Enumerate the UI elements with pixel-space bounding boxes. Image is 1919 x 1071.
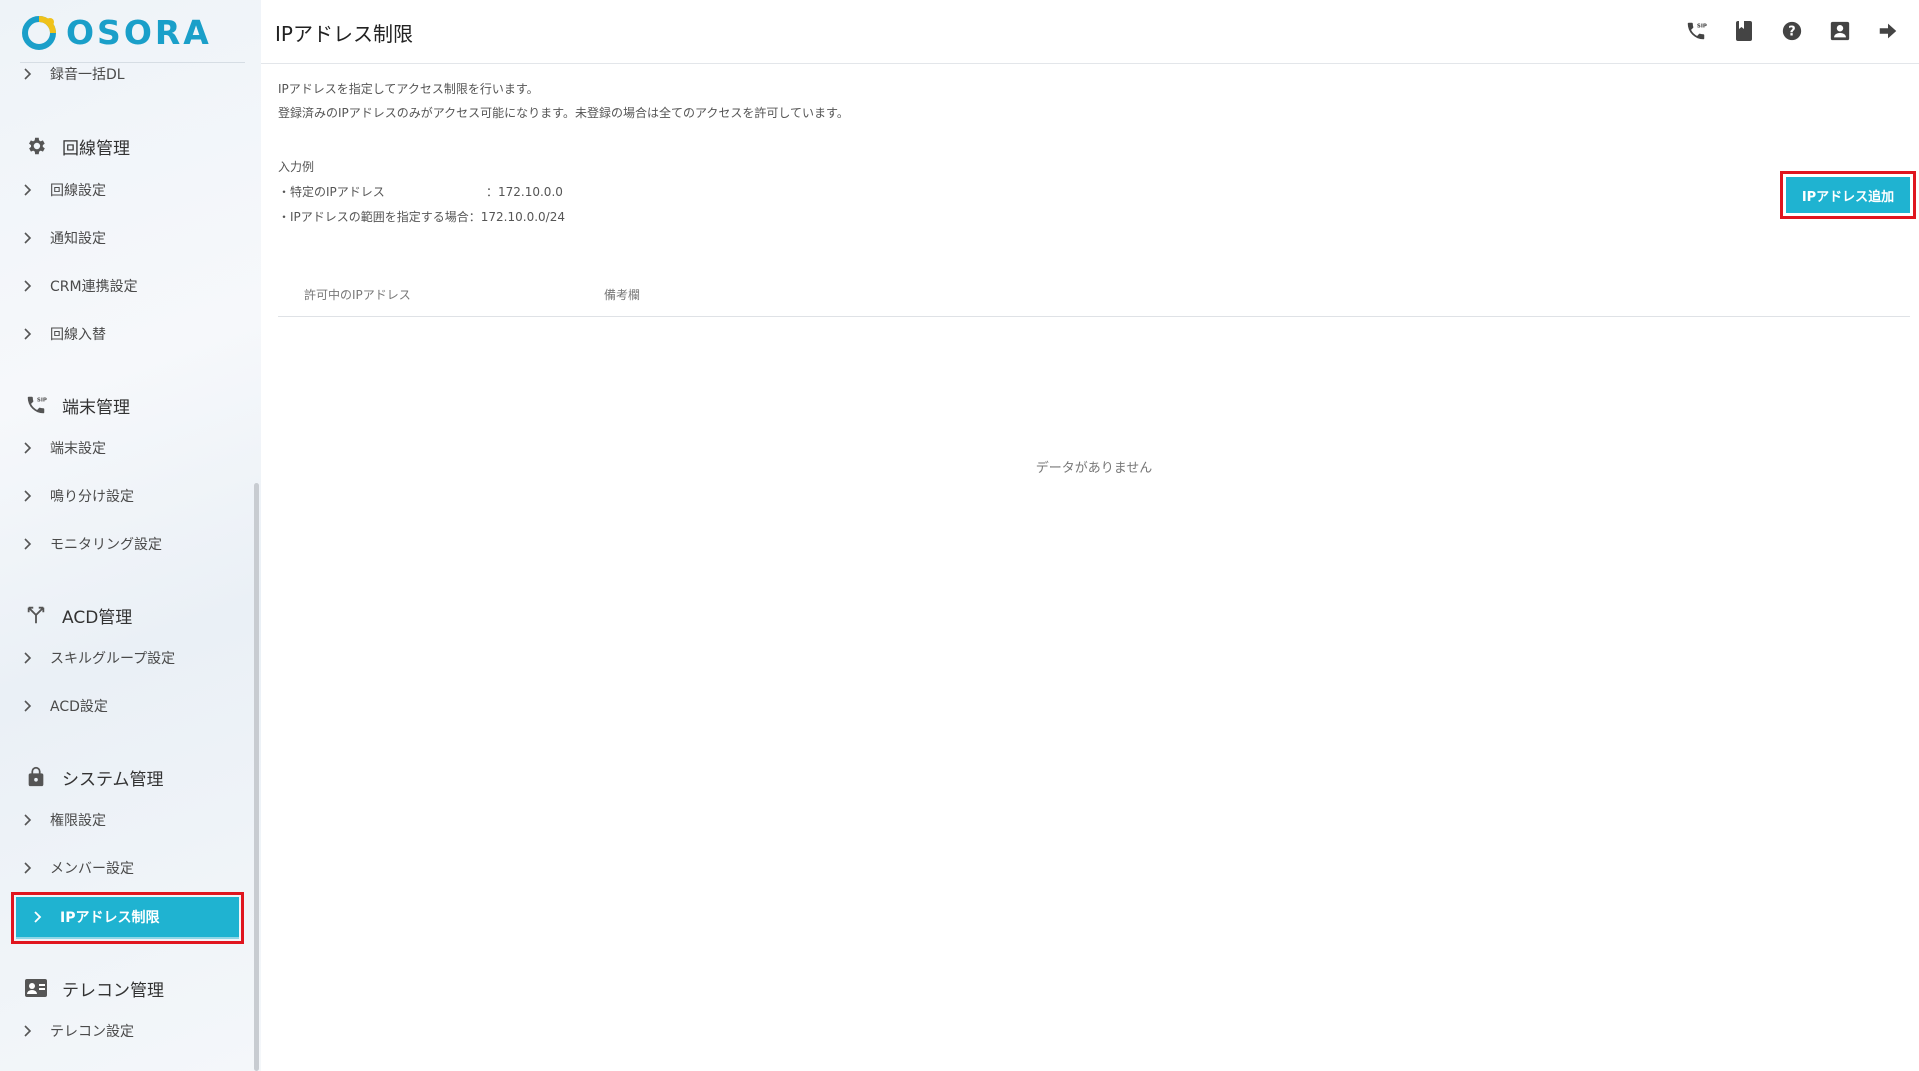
sidebar-item-member-settings[interactable]: メンバー設定 [20, 856, 134, 880]
section-line-management: 回線管理 [24, 131, 130, 161]
chevron-right-icon [20, 66, 36, 82]
example-title: 入力例 [278, 160, 315, 174]
main-content: IPアドレスを指定してアクセス制限を行います。 登録済みのIPアドレスのみがアク… [261, 64, 1919, 1071]
ip-table-header: 許可中のIPアドレス 備考欄 [278, 270, 1910, 317]
example-row-ip-range: ・IPアドレスの範囲を指定する場合：172.10.0.0/24 [278, 208, 565, 225]
example-value: ：172.10.0.0 [486, 185, 563, 199]
chevron-right-icon [20, 812, 36, 828]
merge-arrow-icon [24, 603, 48, 627]
svg-text:SIP: SIP [1697, 23, 1707, 29]
example-value: ：172.10.0.0/24 [468, 210, 565, 224]
logo-text: OSORA [66, 12, 212, 52]
column-header-allowed-ip: 許可中のIPアドレス [304, 288, 411, 302]
chevron-right-icon [20, 536, 36, 552]
sidebar-item-line-settings[interactable]: 回線設定 [20, 178, 106, 202]
page-title: IPアドレス制限 [275, 22, 413, 46]
sidebar-item-label: 録音一括DL [50, 67, 125, 83]
section-heading: 端末管理 [62, 397, 130, 418]
sip-phone-icon[interactable]: SIP [1683, 18, 1709, 44]
sidebar-item-label: メンバー設定 [50, 861, 134, 877]
chevron-right-icon [20, 326, 36, 342]
section-device-management: SIP 端末管理 [24, 390, 130, 420]
sidebar-item-label: 鳴り分け設定 [50, 489, 134, 505]
svg-text:SIP: SIP [37, 397, 47, 403]
sidebar-item-crm-settings[interactable]: CRM連携設定 [20, 274, 138, 298]
section-heading: システム管理 [62, 769, 164, 790]
logo-mark-icon [22, 16, 56, 50]
sip-phone-icon: SIP [24, 393, 48, 417]
sidebar: OSORA 録音一括DL 回線管理 回線設定 通知設定 CRM連携設定 回線入替… [0, 0, 261, 1071]
chevron-right-icon [30, 909, 46, 925]
example-label: ・特定のIPアドレス [278, 185, 385, 199]
osora-logo[interactable]: OSORA [20, 12, 212, 52]
sidebar-item-notification-settings[interactable]: 通知設定 [20, 226, 106, 250]
sidebar-item-label: 通知設定 [50, 231, 106, 247]
empty-table-message: データがありません [1035, 461, 1153, 476]
sidebar-item-label: スキルグループ設定 [50, 651, 176, 667]
chevron-right-icon [20, 182, 36, 198]
chevron-right-icon [20, 488, 36, 504]
sidebar-item-label: IPアドレス制限 [60, 910, 160, 926]
sidebar-item-label: ACD設定 [50, 699, 108, 715]
chevron-right-icon [20, 230, 36, 246]
sidebar-item-telecon-settings[interactable]: テレコン設定 [20, 1019, 134, 1043]
sidebar-item-label: テレコン設定 [50, 1024, 134, 1040]
sidebar-item-line-swap[interactable]: 回線入替 [20, 322, 106, 346]
add-ip-address-button[interactable]: IPアドレス追加 [1786, 177, 1910, 213]
example-label: ・IPアドレスの範囲を指定する場合 [278, 210, 469, 224]
book-icon[interactable] [1731, 18, 1757, 44]
chevron-right-icon [20, 440, 36, 456]
section-acd-management: ACD管理 [24, 600, 132, 630]
header-icon-bar: SIP ? [1683, 18, 1901, 44]
sidebar-item-ip-restriction[interactable]: IPアドレス制限 [16, 897, 239, 939]
svg-text:?: ? [1788, 25, 1795, 40]
chevron-right-icon [20, 278, 36, 294]
section-system-management: システム管理 [24, 762, 164, 792]
sidebar-item-label: モニタリング設定 [50, 537, 162, 553]
example-row-single-ip: ・特定のIPアドレス ：172.10.0.0 [278, 183, 563, 200]
account-box-icon[interactable] [1827, 18, 1853, 44]
section-heading: テレコン管理 [62, 980, 164, 1001]
sidebar-item-label: 回線設定 [50, 183, 106, 199]
help-icon[interactable]: ? [1779, 18, 1805, 44]
sidebar-item-label: CRM連携設定 [50, 279, 138, 295]
section-telecon-management: テレコン管理 [24, 973, 164, 1003]
sidebar-item-label: 回線入替 [50, 327, 106, 343]
chevron-right-icon [20, 650, 36, 666]
sidebar-item-recording-download[interactable]: 録音一括DL [20, 62, 125, 86]
sidebar-item-skill-group-settings[interactable]: スキルグループ設定 [20, 646, 175, 670]
contact-card-icon [24, 976, 48, 1000]
description-line-2: 登録済みのIPアドレスのみがアクセス可能になります。未登録の場合は全てのアクセス… [278, 106, 849, 120]
column-header-remarks: 備考欄 [604, 288, 641, 302]
sidebar-item-ip-restriction-highlight: IPアドレス制限 [11, 892, 244, 944]
logout-arrow-icon[interactable] [1875, 18, 1901, 44]
sidebar-item-ring-settings[interactable]: 鳴り分け設定 [20, 484, 134, 508]
chevron-right-icon [20, 860, 36, 876]
sidebar-item-label: 端末設定 [50, 441, 106, 457]
section-heading: 回線管理 [62, 138, 130, 159]
sidebar-item-label: 権限設定 [50, 813, 106, 829]
sidebar-item-monitoring-settings[interactable]: モニタリング設定 [20, 532, 162, 556]
chevron-right-icon [20, 698, 36, 714]
add-ip-button-highlight: IPアドレス追加 [1780, 171, 1916, 219]
sidebar-item-acd-settings[interactable]: ACD設定 [20, 694, 108, 718]
top-header: IPアドレス制限 SIP ? [261, 0, 1919, 64]
description-line-1: IPアドレスを指定してアクセス制限を行います。 [278, 82, 539, 96]
sidebar-item-permission-settings[interactable]: 権限設定 [20, 808, 106, 832]
sidebar-item-device-settings[interactable]: 端末設定 [20, 436, 106, 460]
section-heading: ACD管理 [62, 607, 133, 628]
gear-icon [24, 134, 48, 158]
lock-icon [24, 765, 48, 789]
chevron-right-icon [20, 1023, 36, 1039]
sidebar-scrollbar[interactable] [254, 483, 259, 1071]
